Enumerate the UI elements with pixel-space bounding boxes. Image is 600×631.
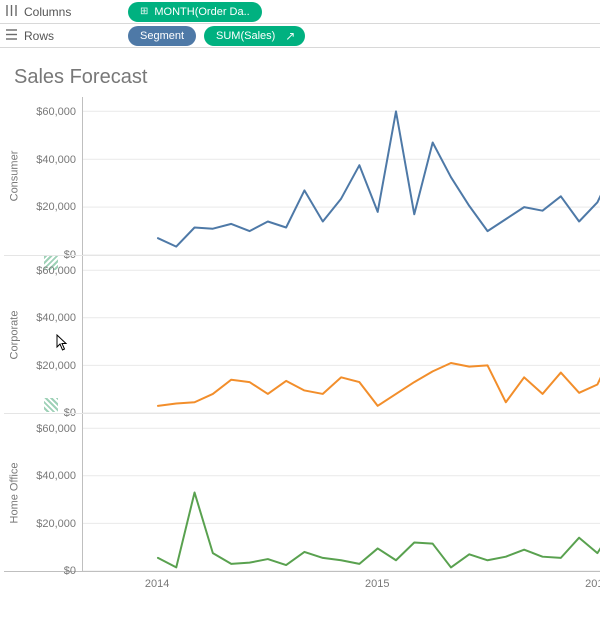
x-axis: 2014 2015 2016 xyxy=(4,571,600,601)
y-axis-consumer: $60,000 $40,000 $20,000 $0 xyxy=(24,97,82,255)
columns-label: Columns xyxy=(24,5,71,19)
chart-area: Consumer $60,000 $40,000 $20,000 $0 Corp… xyxy=(4,97,600,601)
y-tick: $60,000 xyxy=(36,423,76,435)
columns-icon xyxy=(4,4,18,20)
y-tick: $40,000 xyxy=(36,312,76,324)
pill-text: Segment xyxy=(140,30,184,42)
pill-text: MONTH(Order Da.. xyxy=(154,6,249,18)
panel-corporate: Corporate $60,000 $40,000 $20,000 $0 xyxy=(4,255,600,413)
plot-corporate[interactable] xyxy=(82,256,600,413)
line-home-office xyxy=(158,493,600,568)
gridlines xyxy=(83,111,600,255)
y-tick: $40,000 xyxy=(36,470,76,482)
y-axis-corporate: $60,000 $40,000 $20,000 $0 xyxy=(24,256,82,413)
columns-pill-month-order-date[interactable]: ⊞ MONTH(Order Da.. xyxy=(128,2,262,22)
y-tick: $60,000 xyxy=(36,106,76,118)
panel-consumer: Consumer $60,000 $40,000 $20,000 $0 xyxy=(4,97,600,255)
rows-icon xyxy=(4,28,18,44)
forecast-icon: ↗ xyxy=(285,29,295,43)
y-tick: $60,000 xyxy=(36,265,76,277)
plot-consumer[interactable] xyxy=(82,97,600,255)
y-tick: $0 xyxy=(64,565,76,577)
chart-title: Sales Forecast xyxy=(0,48,600,97)
plot-home-office[interactable] xyxy=(82,414,600,571)
columns-label-group: Columns xyxy=(4,4,120,20)
segment-label-home-office: Home Office xyxy=(4,414,24,571)
panel-home-office: Home Office $60,000 $40,000 $20,000 $0 xyxy=(4,413,600,571)
plus-icon: ⊞ xyxy=(140,6,148,17)
x-tick: 2014 xyxy=(145,578,169,590)
rows-pill-segment[interactable]: Segment xyxy=(128,26,196,46)
rows-shelf[interactable]: Rows Segment SUM(Sales) ↗ xyxy=(0,24,600,48)
rows-label-group: Rows xyxy=(4,28,120,44)
x-tick: 2016 xyxy=(585,578,600,590)
y-tick: $20,000 xyxy=(36,360,76,372)
line-corporate xyxy=(158,346,600,405)
segment-label-corporate: Corporate xyxy=(4,256,24,413)
y-tick: $20,000 xyxy=(36,518,76,530)
y-axis-home-office: $60,000 $40,000 $20,000 $0 xyxy=(24,414,82,571)
columns-shelf[interactable]: Columns ⊞ MONTH(Order Da.. xyxy=(0,0,600,24)
rows-label: Rows xyxy=(24,29,54,43)
y-tick: $40,000 xyxy=(36,154,76,166)
segment-label-consumer: Consumer xyxy=(4,97,24,255)
y-tick: $20,000 xyxy=(36,201,76,213)
pill-text: SUM(Sales) xyxy=(216,30,275,42)
line-consumer xyxy=(158,111,600,246)
rows-pill-sum-sales[interactable]: SUM(Sales) ↗ xyxy=(204,26,305,46)
x-tick: 2015 xyxy=(365,578,389,590)
